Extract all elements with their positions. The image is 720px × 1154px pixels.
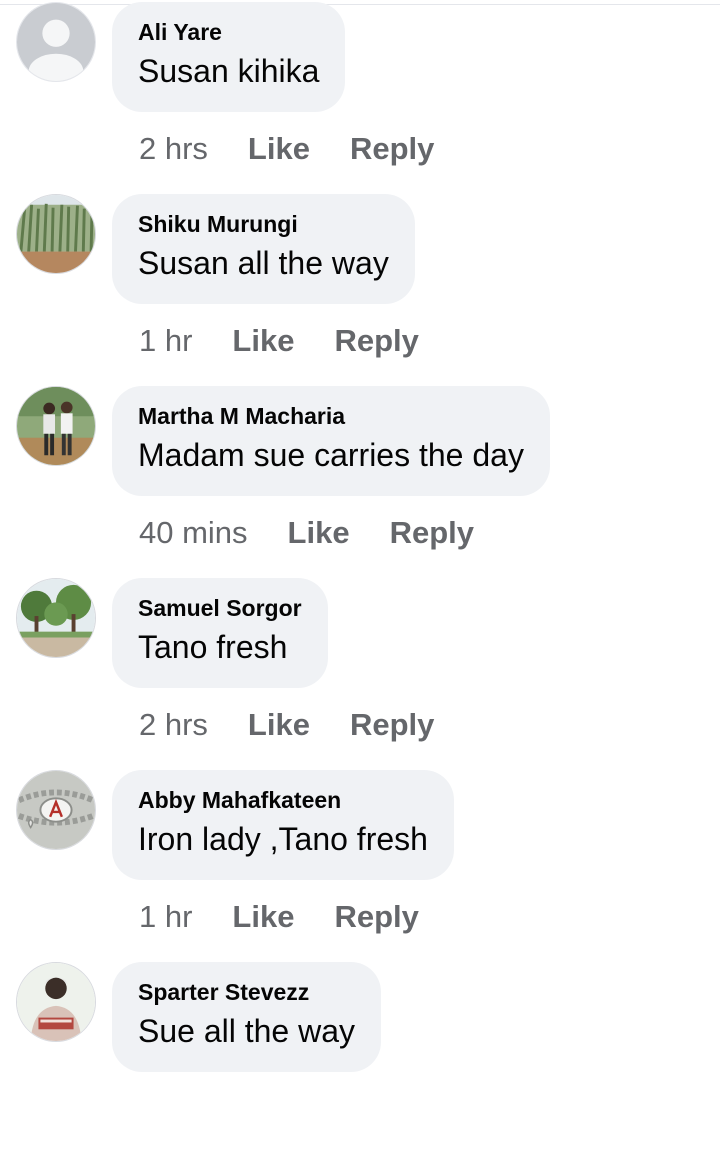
comment-timestamp[interactable]: 1 hr <box>139 323 192 359</box>
profile-photo-bracelet <box>17 771 95 849</box>
avatar[interactable] <box>16 962 96 1042</box>
like-button[interactable]: Like <box>248 707 310 743</box>
comment-text: Susan kihika <box>138 53 320 89</box>
avatar[interactable] <box>16 2 96 82</box>
reply-button[interactable]: Reply <box>334 323 418 359</box>
comment-author[interactable]: Martha M Macharia <box>138 401 524 431</box>
comment-bubble: Abby Mahafkateen Iron lady ,Tano fresh <box>112 770 454 880</box>
comment-text: Iron lady ,Tano fresh <box>138 821 428 857</box>
comment-text: Madam sue carries the day <box>138 437 524 473</box>
comment-bubble: Samuel Sorgor Tano fresh <box>112 578 328 688</box>
comment-text: Susan all the way <box>138 245 389 281</box>
comment-timestamp[interactable]: 1 hr <box>139 899 192 935</box>
reply-button[interactable]: Reply <box>334 899 418 935</box>
comment-item: Ali Yare Susan kihika 2 hrs Like Reply <box>0 2 720 194</box>
comment-actions: 2 hrs Like Reply <box>139 703 474 747</box>
comment-author[interactable]: Sparter Stevezz <box>138 977 355 1007</box>
avatar[interactable] <box>16 386 96 466</box>
comment-actions: 2 hrs Like Reply <box>139 127 474 171</box>
comment-bubble: Martha M Macharia Madam sue carries the … <box>112 386 550 496</box>
comment-actions: 1 hr Like Reply <box>139 895 459 939</box>
avatar[interactable] <box>16 770 96 850</box>
avatar[interactable] <box>16 578 96 658</box>
comment-author[interactable]: Samuel Sorgor <box>138 593 302 623</box>
comment-item: Sparter Stevezz Sue all the way <box>0 962 720 1154</box>
comment-author[interactable]: Shiku Murungi <box>138 209 389 239</box>
default-profile-icon <box>17 3 95 81</box>
like-button[interactable]: Like <box>232 323 294 359</box>
comment-actions: 1 hr Like Reply <box>139 319 459 363</box>
comment-text: Sue all the way <box>138 1013 356 1049</box>
like-button[interactable]: Like <box>232 899 294 935</box>
comment-item: Martha M Macharia Madam sue carries the … <box>0 386 720 578</box>
comment-timestamp[interactable]: 2 hrs <box>139 707 208 743</box>
like-button[interactable]: Like <box>288 515 350 551</box>
comment-timestamp[interactable]: 2 hrs <box>139 131 208 167</box>
like-button[interactable]: Like <box>248 131 310 167</box>
comment-actions: 40 mins Like Reply <box>139 511 514 555</box>
comment-bubble: Sparter Stevezz Sue all the way <box>112 962 382 1072</box>
comment-timestamp[interactable]: 40 mins <box>139 515 248 551</box>
comment-author[interactable]: Ali Yare <box>138 17 319 47</box>
reply-button[interactable]: Reply <box>350 707 434 743</box>
comment-author[interactable]: Abby Mahafkateen <box>138 785 428 815</box>
comment-bubble: Shiku Murungi Susan all the way <box>112 194 415 304</box>
profile-photo-person <box>17 963 95 1041</box>
reply-button[interactable]: Reply <box>350 131 434 167</box>
comment-item: Abby Mahafkateen Iron lady ,Tano fresh 1… <box>0 770 720 962</box>
avatar[interactable] <box>16 194 96 274</box>
comment-item: Samuel Sorgor Tano fresh 2 hrs Like Repl… <box>0 578 720 770</box>
profile-photo-crops <box>17 195 95 273</box>
profile-photo-garden <box>17 579 95 657</box>
comment-bubble: Ali Yare Susan kihika <box>112 2 346 112</box>
comment-text: Tano fresh <box>138 629 288 665</box>
comment-item: Shiku Murungi Susan all the way 1 hr Lik… <box>0 194 720 386</box>
profile-photo-two-people <box>17 387 95 465</box>
reply-button[interactable]: Reply <box>390 515 474 551</box>
